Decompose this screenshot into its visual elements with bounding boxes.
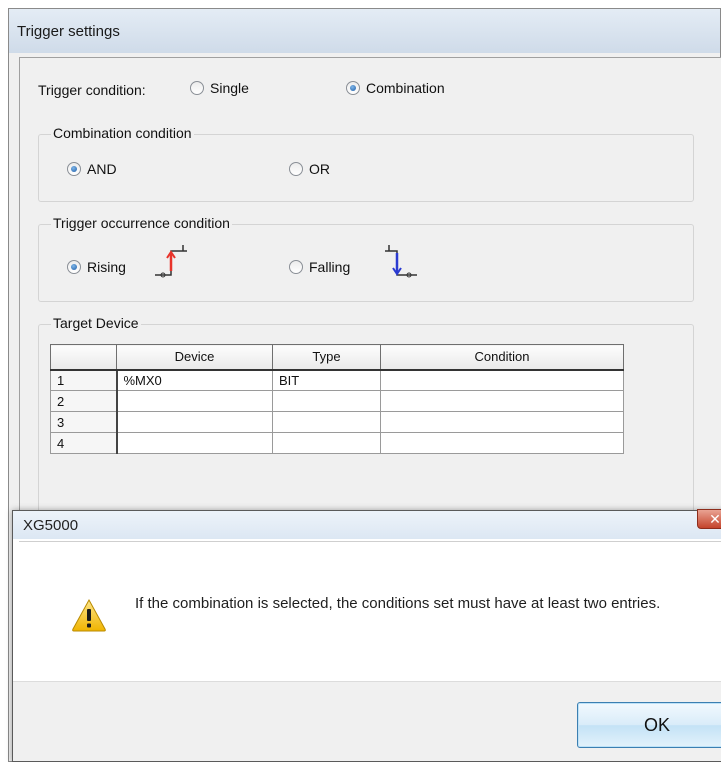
rising-edge-icon: [155, 245, 187, 278]
close-icon[interactable]: ✕: [697, 509, 721, 529]
radio-rising-button[interactable]: [67, 260, 81, 274]
combination-condition-group: Combination condition AND OR: [38, 125, 694, 202]
radio-or-button[interactable]: [289, 162, 303, 176]
radio-single-button[interactable]: [190, 81, 204, 95]
row-index: 3: [50, 411, 118, 433]
ok-button[interactable]: OK: [577, 702, 721, 748]
radio-or-label: OR: [309, 161, 330, 177]
radio-and[interactable]: AND: [67, 161, 117, 177]
radio-or[interactable]: OR: [289, 161, 330, 177]
message-text: If the combination is selected, the cond…: [135, 595, 661, 612]
row-index: 2: [50, 390, 118, 412]
row-index: 4: [50, 432, 118, 454]
table-header-row: Device Type Condition: [50, 344, 624, 371]
device-cell[interactable]: [116, 390, 273, 412]
radio-falling-label: Falling: [309, 259, 351, 275]
table-row[interactable]: 3: [50, 411, 624, 433]
radio-single[interactable]: Single: [190, 80, 249, 96]
condition-cell[interactable]: [380, 411, 624, 433]
column-header-condition[interactable]: Condition: [380, 344, 624, 371]
radio-combination[interactable]: Combination: [346, 80, 445, 96]
type-cell[interactable]: BIT: [272, 369, 381, 391]
device-cell[interactable]: [116, 411, 273, 433]
radio-and-label: AND: [87, 161, 117, 177]
table-row[interactable]: 4: [50, 432, 624, 454]
window-title: Trigger settings: [17, 23, 120, 40]
radio-combination-button[interactable]: [346, 81, 360, 95]
occurrence-condition-label: Trigger occurrence condition: [51, 215, 232, 231]
target-device-label: Target Device: [51, 315, 141, 331]
type-cell[interactable]: [272, 432, 381, 454]
type-cell[interactable]: [272, 411, 381, 433]
row-index: 1: [50, 369, 118, 391]
column-header-type[interactable]: Type: [272, 344, 381, 371]
column-header-device[interactable]: Device: [116, 344, 273, 371]
message-box-titlebar[interactable]: XG5000 ✕: [13, 509, 721, 539]
message-box-footer: OK: [13, 681, 721, 761]
xg5000-message-box: XG5000 ✕ If the combination is selected,…: [12, 509, 721, 762]
type-cell[interactable]: [272, 390, 381, 412]
radio-combination-label: Combination: [366, 80, 445, 96]
warning-icon: [72, 598, 106, 632]
combination-condition-label: Combination condition: [51, 125, 194, 141]
window-titlebar[interactable]: Trigger settings: [9, 9, 720, 53]
table-corner-cell: [50, 344, 117, 371]
radio-falling[interactable]: Falling: [289, 259, 350, 275]
trigger-condition-label: Trigger condition:: [38, 82, 146, 98]
message-box-body: If the combination is selected, the cond…: [19, 541, 721, 681]
condition-cell[interactable]: [380, 369, 624, 391]
table-row[interactable]: 2: [50, 390, 624, 412]
condition-cell[interactable]: [380, 390, 624, 412]
device-cell[interactable]: [116, 432, 273, 454]
condition-cell[interactable]: [380, 432, 624, 454]
message-box-title: XG5000: [23, 517, 79, 534]
radio-rising-label: Rising: [87, 259, 126, 275]
falling-edge-icon: [385, 245, 417, 278]
trigger-condition-row: Trigger condition:: [38, 82, 146, 98]
table-row[interactable]: 1 %MX0 BIT: [50, 369, 624, 391]
device-cell[interactable]: %MX0: [116, 369, 273, 391]
radio-falling-button[interactable]: [289, 260, 303, 274]
target-device-table: Device Type Condition 1 %MX0 BIT 2 3 4: [50, 344, 624, 454]
radio-and-button[interactable]: [67, 162, 81, 176]
occurrence-condition-group: Trigger occurrence condition Rising Fall…: [38, 215, 694, 302]
radio-single-label: Single: [210, 80, 249, 96]
radio-rising[interactable]: Rising: [67, 259, 126, 275]
